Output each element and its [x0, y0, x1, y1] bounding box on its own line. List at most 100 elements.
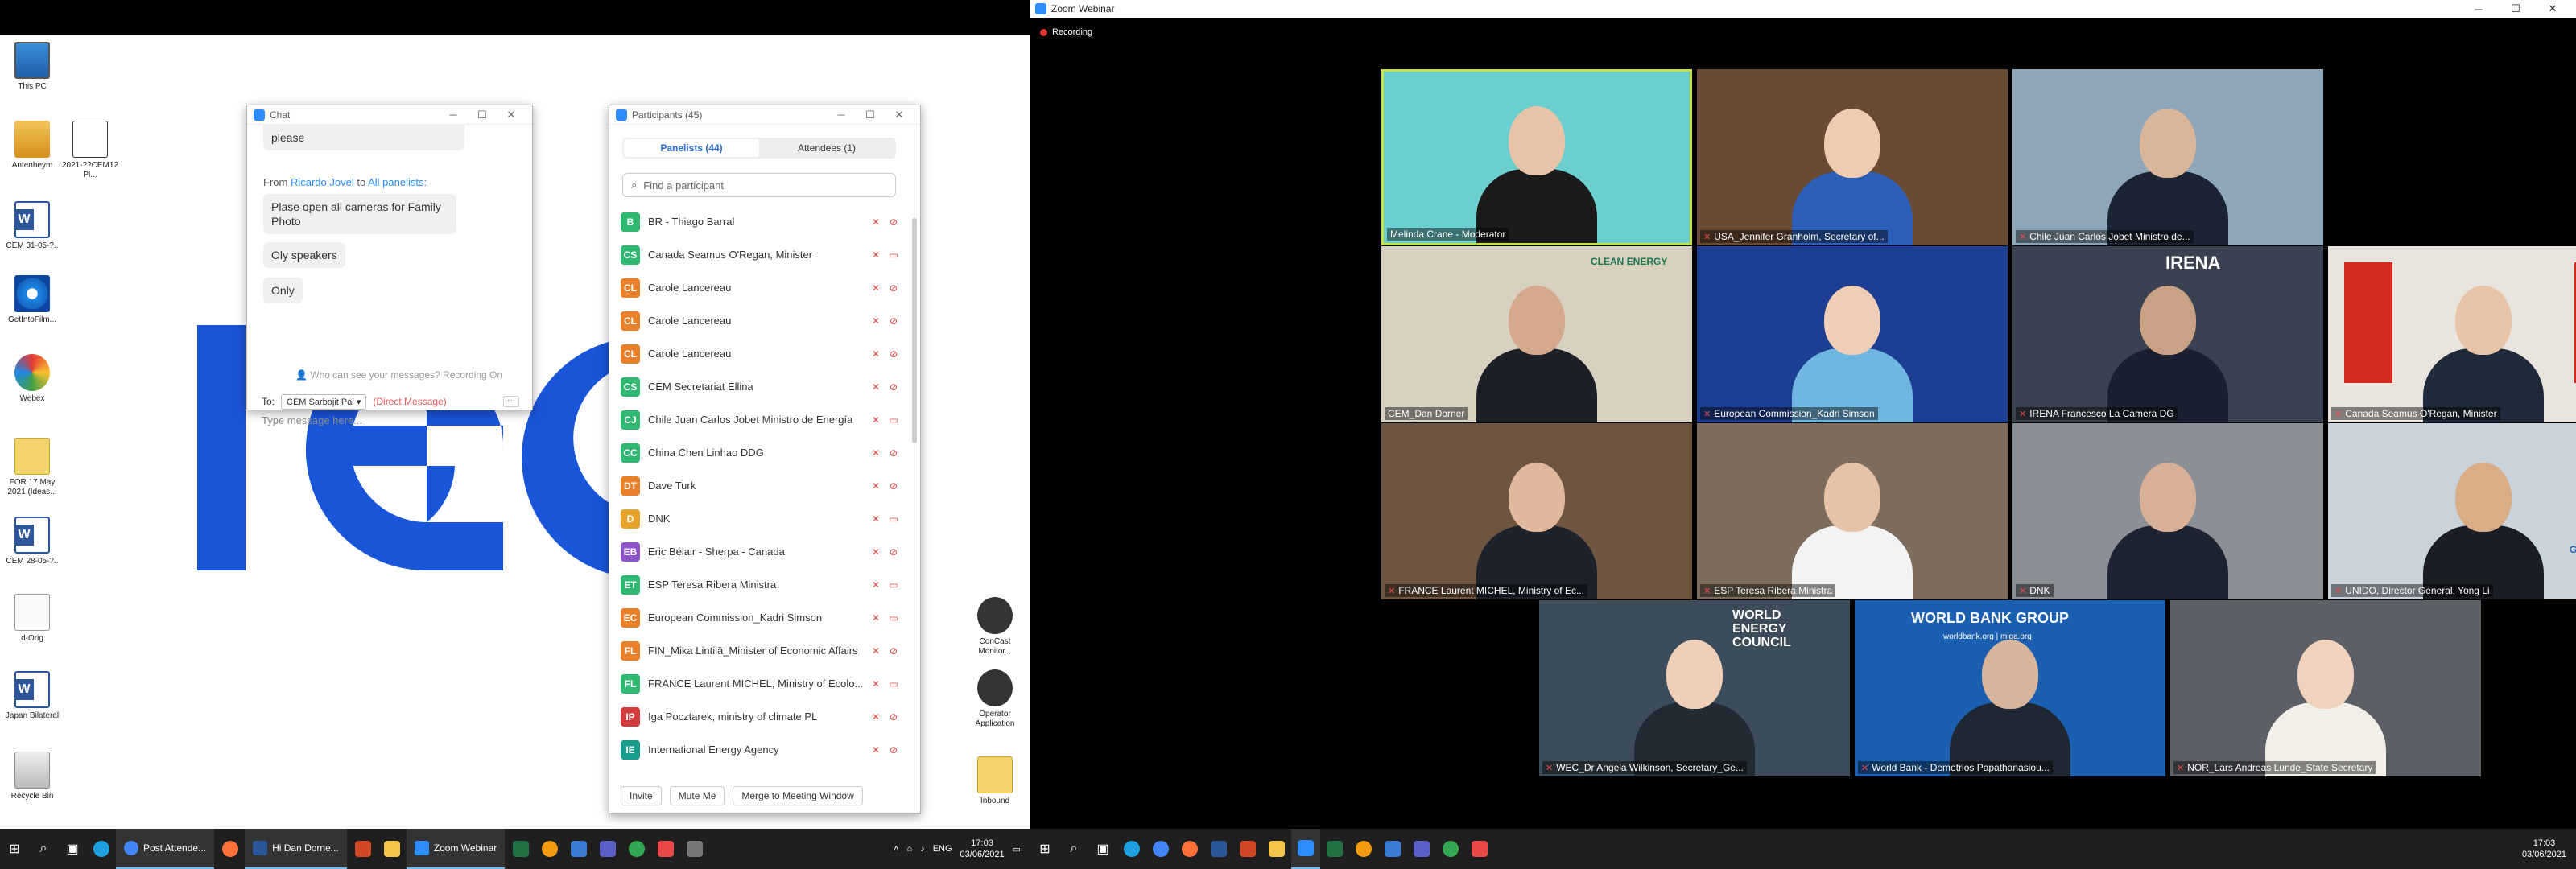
maximize-icon[interactable]: ☐	[2497, 2, 2534, 15]
video-tile[interactable]: WORLD ENERGY COUNCIL ✕ WEC_Dr Angela Wilki…	[1539, 600, 1850, 776]
desktop-icon-word-2[interactable]: CEM 28-05-?..	[0, 517, 64, 566]
camera-icon[interactable]: ⊘	[885, 381, 902, 393]
participant-row[interactable]: CL Carole Lancereau ✕ ⊘	[621, 304, 902, 337]
explorer-icon[interactable]	[378, 829, 407, 869]
app-icon[interactable]	[622, 829, 651, 869]
desktop-icon-inbound[interactable]: Inbound	[963, 756, 1027, 806]
language-indicator[interactable]: ENG	[933, 844, 952, 854]
camera-icon[interactable]: ▭	[885, 678, 902, 690]
camera-icon[interactable]: ⊘	[885, 447, 902, 459]
participant-row[interactable]: CL Carole Lancereau ✕ ⊘	[621, 337, 902, 370]
camera-icon[interactable]: ▭	[885, 414, 902, 426]
teams-icon[interactable]	[1407, 829, 1436, 869]
desktop-icon-concast[interactable]: ConCast Monitor...	[963, 597, 1027, 657]
excel-icon[interactable]	[1320, 829, 1349, 869]
video-tile[interactable]: GOALS ✕UNIDO, Director General, Yong Li	[2328, 423, 2576, 599]
network-icon[interactable]: ⌂	[907, 844, 913, 854]
taskbar-app-word[interactable]: Hi Dan Dorne...	[245, 829, 347, 869]
mic-muted-icon[interactable]: ✕	[867, 480, 885, 492]
camera-icon[interactable]: ▭	[885, 513, 902, 525]
participant-row[interactable]: EB Eric Bélair - Sherpa - Canada ✕ ⊘	[621, 535, 902, 568]
video-tile[interactable]: ✕ DNK	[2013, 423, 2323, 599]
camera-icon[interactable]: ▭	[885, 612, 902, 624]
close-icon[interactable]: ✕	[497, 109, 526, 121]
participant-row[interactable]: EC European Commission_Kadri Simson ✕ ▭	[621, 601, 902, 634]
camera-icon[interactable]: ⊘	[885, 282, 902, 294]
camera-icon[interactable]: ⊘	[885, 348, 902, 360]
desktop-icon-folder[interactable]: FOR 17 May 2021 (Ideas...	[0, 438, 64, 497]
participant-row[interactable]: CS Canada Seamus O'Regan, Minister ✕ ▭	[621, 238, 902, 271]
chat-input[interactable]: Type message here...	[262, 414, 519, 426]
minimize-icon[interactable]: ─	[439, 109, 468, 121]
desktop-icon-this-pc[interactable]: This PC	[0, 42, 64, 92]
camera-icon[interactable]: ⊘	[885, 546, 902, 558]
mic-muted-icon[interactable]: ✕	[867, 348, 885, 360]
merge-button[interactable]: Merge to Meeting Window	[733, 786, 863, 805]
close-icon[interactable]: ✕	[2534, 2, 2571, 15]
camera-icon[interactable]: ⊘	[885, 216, 902, 228]
participant-row[interactable]: CL Carole Lancereau ✕ ⊘	[621, 271, 902, 304]
firefox-icon[interactable]	[1175, 829, 1204, 869]
edge-icon[interactable]	[87, 829, 116, 869]
tab-panelists[interactable]: Panelists (44)	[624, 139, 759, 157]
participant-row[interactable]: FL FRANCE Laurent MICHEL, Ministry of Eco…	[621, 667, 902, 700]
mic-muted-icon[interactable]: ✕	[867, 546, 885, 558]
desktop-icon-operator[interactable]: Operator Application	[963, 669, 1027, 729]
mic-muted-icon[interactable]: ✕	[867, 579, 885, 591]
mic-muted-icon[interactable]: ✕	[867, 612, 885, 624]
video-tile[interactable]: CLEAN ENERGY CEM_Dan Dorner	[1381, 246, 1692, 422]
app-icon[interactable]	[1436, 829, 1465, 869]
scrollbar[interactable]	[912, 218, 917, 443]
mic-muted-icon[interactable]: ✕	[867, 315, 885, 327]
video-tile[interactable]: WORLD BANK GROUP worldbank.org | miga.org…	[1855, 600, 2165, 776]
desktop-icon-word-3[interactable]: Japan Bilateral	[0, 671, 64, 721]
camera-icon[interactable]: ⊘	[885, 315, 902, 327]
participant-row[interactable]: B BR - Thiago Barral ✕ ⊘	[621, 205, 902, 238]
start-button[interactable]: ⊞	[1030, 829, 1059, 869]
clock[interactable]: 17:03 03/06/2021	[2522, 838, 2566, 860]
participant-row[interactable]: CC China Chen Linhao DDG ✕ ⊘	[621, 436, 902, 469]
taskbar-app-chrome[interactable]: Post Attende...	[116, 829, 215, 869]
start-button[interactable]: ⊞	[0, 829, 29, 869]
firefox-icon[interactable]	[216, 829, 245, 869]
video-tile[interactable]: ✕ USA_Jennifer Granholm, Secretary of...	[1697, 69, 2008, 245]
invite-button[interactable]: Invite	[621, 786, 662, 805]
maximize-icon[interactable]: ☐	[468, 109, 497, 121]
video-tile[interactable]: ✕ Chile Juan Carlos Jobet Ministro de...	[2013, 69, 2323, 245]
desktop-icon-webex[interactable]: Webex	[0, 354, 64, 404]
tab-attendees[interactable]: Attendees (1)	[759, 139, 894, 157]
app-icon[interactable]	[535, 829, 564, 869]
word-icon[interactable]	[1204, 829, 1233, 869]
camera-icon[interactable]: ⊘	[885, 645, 902, 657]
zoom-titlebar[interactable]: Zoom Webinar ─ ☐ ✕	[1030, 0, 2576, 18]
desktop-icon-word-1[interactable]: CEM 31-05-?..	[0, 201, 64, 251]
participant-row[interactable]: FL FIN_Mika Lintilä_Minister of Economic …	[621, 634, 902, 667]
more-options-button[interactable]: ···	[503, 396, 519, 407]
teams-icon[interactable]	[593, 829, 622, 869]
mic-muted-icon[interactable]: ✕	[867, 645, 885, 657]
video-tile[interactable]: IRENA ✕ IRENA Francesco La Camera DG	[2013, 246, 2323, 422]
participant-row[interactable]: CS CEM Secretariat Ellina ✕ ⊘	[621, 370, 902, 403]
desktop-icon-file[interactable]: d-Orig	[0, 594, 64, 644]
participant-row[interactable]: CJ Chile Juan Carlos Jobet Ministro de En…	[621, 403, 902, 436]
video-tile[interactable]: ✕ European Commission_Kadri Simson	[1697, 246, 2008, 422]
app-icon[interactable]	[1349, 829, 1378, 869]
mic-muted-icon[interactable]: ✕	[867, 513, 885, 525]
notification-icon[interactable]: ▭	[1013, 844, 1021, 855]
chrome-icon[interactable]	[1146, 829, 1175, 869]
mic-muted-icon[interactable]: ✕	[867, 249, 885, 261]
video-tile[interactable]: ✕ FRANCE Laurent MICHEL, Ministry of Ec..…	[1381, 423, 1692, 599]
participant-row[interactable]: DT Dave Turk ✕ ⊘	[621, 469, 902, 502]
video-tile[interactable]: Melinda Crane - Moderator	[1381, 69, 1692, 245]
powerpoint-icon[interactable]	[1233, 829, 1262, 869]
volume-icon[interactable]: ♪	[920, 844, 925, 854]
participants-titlebar[interactable]: Participants (45) ─ ☐ ✕	[609, 105, 920, 125]
chat-titlebar[interactable]: Chat ─ ☐ ✕	[247, 105, 532, 125]
chevron-up-icon[interactable]: ˄	[894, 844, 898, 854]
search-icon[interactable]: ⌕	[1059, 829, 1088, 869]
camera-icon[interactable]: ⊘	[885, 744, 902, 756]
mic-muted-icon[interactable]: ✕	[867, 216, 885, 228]
explorer-icon[interactable]	[1262, 829, 1291, 869]
participant-row[interactable]: IP Iga Poczta​rek, ministry of climate PL…	[621, 700, 902, 733]
recording-indicator[interactable]: Recording	[1040, 27, 1092, 37]
